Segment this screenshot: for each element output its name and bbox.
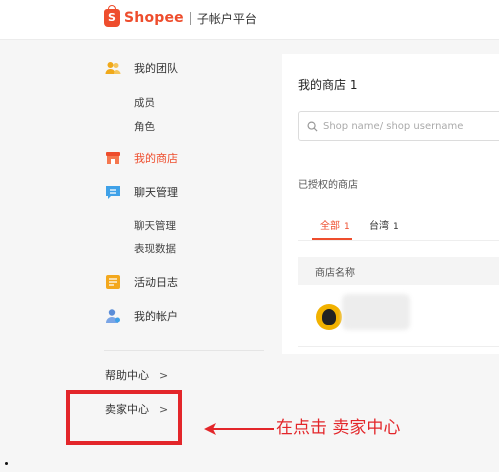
- activity-log-icon: [106, 275, 120, 289]
- brand-name: Shopee: [124, 10, 184, 26]
- sidebar-item-chat[interactable]: 聊天管理: [105, 183, 178, 201]
- page-title: 我的商店 1: [298, 78, 358, 92]
- sidebar-item-my-shop[interactable]: 我的商店: [105, 149, 178, 167]
- tab-taiwan[interactable]: 台湾 1: [369, 217, 399, 232]
- search-icon: [307, 121, 318, 132]
- sidebar-divider: [104, 350, 264, 351]
- sidebar-sub-performance[interactable]: 表现数据: [134, 241, 176, 256]
- highlight-box: [66, 390, 182, 445]
- table-header: 商店名称: [298, 257, 499, 285]
- main-panel: 我的商店 1 Shop name/ shop username 已授权的商店 全…: [282, 54, 499, 354]
- sidebar-sub-roles[interactable]: 角色: [134, 119, 155, 134]
- search-placeholder: Shop name/ shop username: [323, 120, 464, 132]
- shop-icon: [106, 152, 120, 164]
- sidebar-item-activity-log[interactable]: 活动日志: [105, 273, 178, 291]
- platform-title: 子帐户平台: [196, 11, 257, 26]
- sidebar-item-team-label: 我的团队: [134, 62, 178, 75]
- logo-divider: [189, 11, 191, 25]
- shop-search-input[interactable]: Shop name/ shop username: [298, 111, 499, 141]
- table-row[interactable]: [298, 290, 499, 347]
- sidebar-item-activity-log-label: 活动日志: [134, 276, 178, 289]
- tab-all-count: 1: [344, 222, 350, 232]
- help-center-link[interactable]: 帮助中心 >: [105, 367, 168, 383]
- annotation-text: 在点击 卖家中心: [276, 418, 401, 438]
- annotation-arrow-icon: [204, 423, 274, 435]
- shopee-logo[interactable]: S Shopee 子帐户平台: [104, 5, 257, 27]
- chevron-right-icon: >: [159, 368, 169, 382]
- tab-taiwan-label: 台湾: [369, 221, 389, 232]
- sidebar-sub-members[interactable]: 成员: [134, 95, 155, 110]
- stray-dot: [5, 462, 8, 465]
- tab-taiwan-count: 1: [393, 222, 399, 232]
- shop-name-redacted: [342, 294, 410, 330]
- sidebar-item-team[interactable]: 我的团队: [105, 59, 178, 77]
- tab-all[interactable]: 全部 1: [320, 217, 350, 232]
- logo-glyph: S: [108, 11, 116, 24]
- sidebar-sub-chat-manage[interactable]: 聊天管理: [134, 218, 176, 233]
- shop-avatar: [316, 304, 342, 330]
- account-icon: [106, 309, 120, 323]
- authorized-shops-label: 已授权的商店: [298, 180, 358, 191]
- column-shop-name: 商店名称: [315, 267, 355, 279]
- sidebar-item-my-shop-label: 我的商店: [134, 152, 178, 165]
- tab-all-label: 全部: [320, 221, 340, 232]
- sidebar-item-my-account[interactable]: 我的帐户: [105, 307, 178, 325]
- sidebar-item-chat-label: 聊天管理: [134, 186, 178, 199]
- shopee-bag-icon: S: [104, 5, 120, 27]
- header: S Shopee 子帐户平台: [0, 0, 499, 40]
- team-icon: [105, 62, 121, 74]
- help-center-label: 帮助中心: [105, 369, 149, 382]
- sidebar-item-my-account-label: 我的帐户: [134, 310, 178, 323]
- tabs-divider: [298, 240, 499, 241]
- chat-icon: [106, 186, 120, 199]
